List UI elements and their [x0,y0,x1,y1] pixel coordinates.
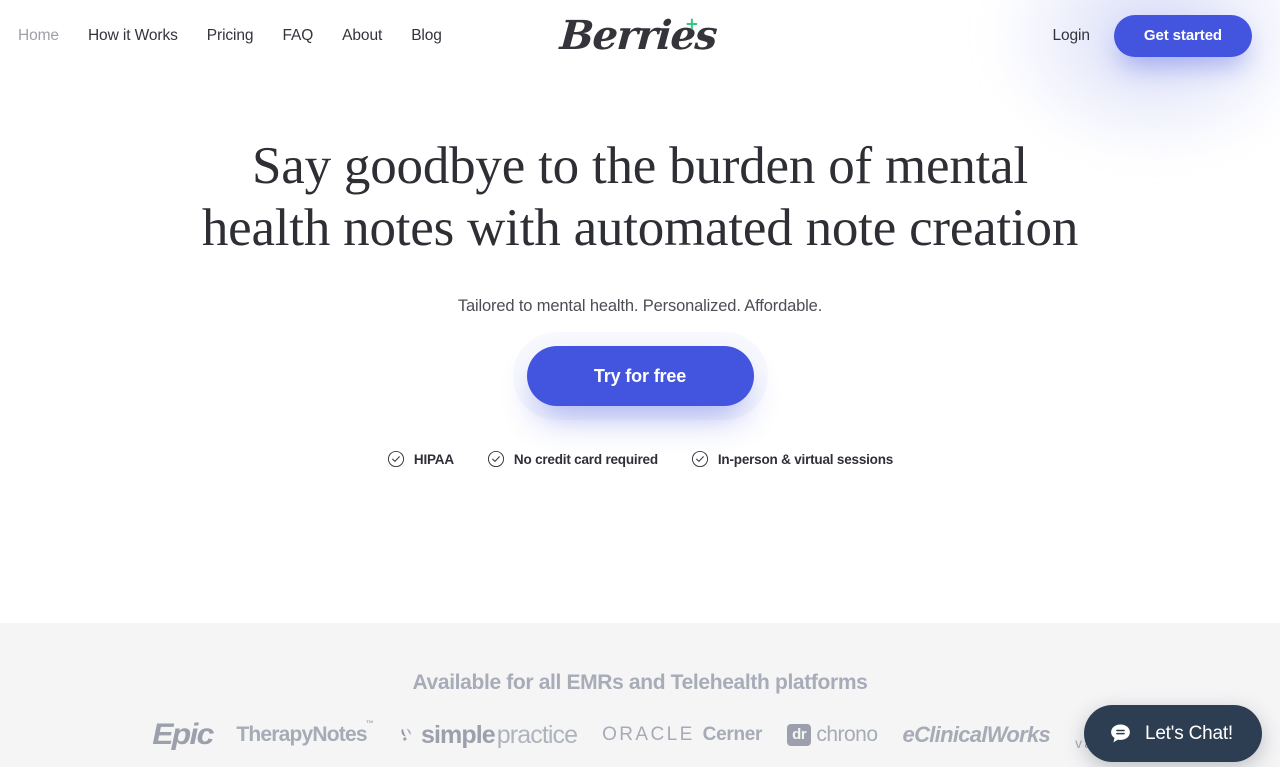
hero-section: Home How it Works Pricing FAQ About Blog… [0,0,1280,623]
logo-drchrono: dr chrono [787,723,878,747]
logo-oracle-cerner: ORACLE Cerner [602,724,762,746]
check-circle-icon [487,450,504,468]
logo-epic: Epic [152,718,215,751]
nav-item-pricing[interactable]: Pricing [207,23,254,49]
logo-simplepractice-light: practice [496,720,578,749]
logo-oracle-text: ORACLE [602,724,695,745]
headline-line-2: health notes with automated note creatio… [201,199,1079,257]
feature-label: In-person & virtual sessions [717,451,894,467]
logo-cerner-text: Cerner [702,724,763,745]
feature-badges: HIPAA No credit card required In-person … [0,450,1280,468]
chat-widget-label: Let's Chat! [1144,722,1233,744]
feature-label: HIPAA [413,451,454,467]
logo-therapynotes: TherapyNotes™ [236,719,374,747]
try-for-free-button[interactable]: Try for free [526,346,754,406]
site-header: Home How it Works Pricing FAQ About Blog… [0,0,1280,72]
header-actions: Login Get started [1052,15,1252,57]
feature-badge-no-credit-card: No credit card required [487,450,658,468]
logo-drchrono-badge: dr [787,724,812,746]
login-link[interactable]: Login [1052,27,1090,45]
chat-widget-button[interactable]: Let's Chat! [1083,705,1262,762]
chat-bubble-icon [1111,724,1130,743]
nav-item-faq[interactable]: FAQ [282,23,313,49]
feature-badge-hipaa: HIPAA [387,450,454,468]
get-started-button[interactable]: Get started [1113,15,1252,57]
sparkle-icon [686,18,697,29]
trademark-mark: ™ [365,719,374,728]
headline-line-1: Say goodbye to the burden of mental [251,137,1029,195]
logo-eclinicalworks: eClinicalWorks [902,722,1051,747]
landing-page: Home How it Works Pricing FAQ About Blog… [0,0,1280,767]
nav-item-about[interactable]: About [342,23,382,49]
page-title: Say goodbye to the burden of mental heal… [0,140,1280,255]
logo-drchrono-text: chrono [816,723,878,746]
hero-subtitle: Tailored to mental health. Personalized.… [457,297,823,315]
check-circle-icon [387,450,404,468]
hero-cta-container: Try for free [0,346,1280,406]
emr-section-title: Available for all EMRs and Telehealth pl… [412,671,868,694]
nav-item-blog[interactable]: Blog [411,23,442,49]
logo-simplepractice-bold: simple [420,720,496,749]
feature-badge-sessions: In-person & virtual sessions [691,450,893,468]
berries-logo[interactable]: Berries [558,12,722,59]
nav-item-how-it-works[interactable]: How it Works [88,23,178,49]
logo-simplepractice: simple practice [399,720,578,750]
butterfly-icon [401,728,411,741]
feature-label: No credit card required [513,451,658,467]
primary-nav: Home How it Works Pricing FAQ About Blog [18,23,442,49]
hero-content: Say goodbye to the burden of mental heal… [0,72,1280,468]
logo-therapynotes-text: TherapyNotes [236,723,367,746]
check-circle-icon [691,450,708,468]
nav-item-home[interactable]: Home [18,23,59,49]
